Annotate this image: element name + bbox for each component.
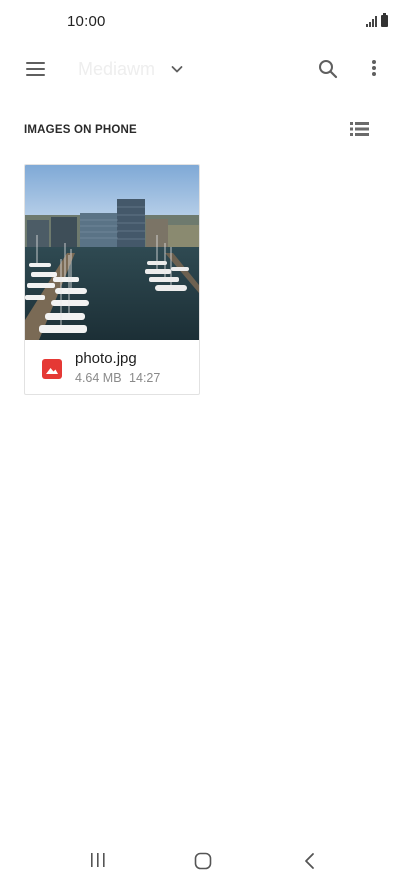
file-card[interactable]: photo.jpg 4.64 MB 14:27 (24, 164, 200, 395)
file-thumbnail (25, 165, 199, 340)
status-icons (366, 13, 388, 27)
file-meta: 4.64 MB 14:27 (75, 371, 160, 385)
file-size: 4.64 MB (75, 371, 122, 385)
file-info: photo.jpg 4.64 MB 14:27 (25, 340, 199, 394)
status-bar: 10:00 (0, 0, 408, 46)
recent-apps-icon[interactable] (88, 852, 108, 868)
signal-bars-icon (366, 15, 377, 27)
chevron-down-icon (171, 63, 183, 75)
file-name: photo.jpg (75, 350, 137, 367)
storage-dropdown[interactable]: Mediawm (78, 56, 183, 82)
app-bar: Mediawm (0, 46, 408, 92)
section-header: IMAGES ON PHONE (24, 124, 137, 136)
search-icon[interactable] (317, 58, 339, 80)
file-time: 14:27 (129, 371, 161, 385)
home-icon[interactable] (194, 852, 212, 870)
hamburger-menu-icon[interactable] (26, 60, 46, 76)
status-time: 10:00 (67, 13, 106, 30)
more-vert-icon[interactable] (366, 58, 382, 80)
battery-icon (381, 13, 388, 27)
app-title: Mediawm (78, 58, 156, 79)
navigation-bar (0, 834, 408, 884)
list-view-icon[interactable] (350, 121, 369, 137)
image-file-icon (42, 359, 62, 379)
back-icon[interactable] (302, 852, 318, 870)
